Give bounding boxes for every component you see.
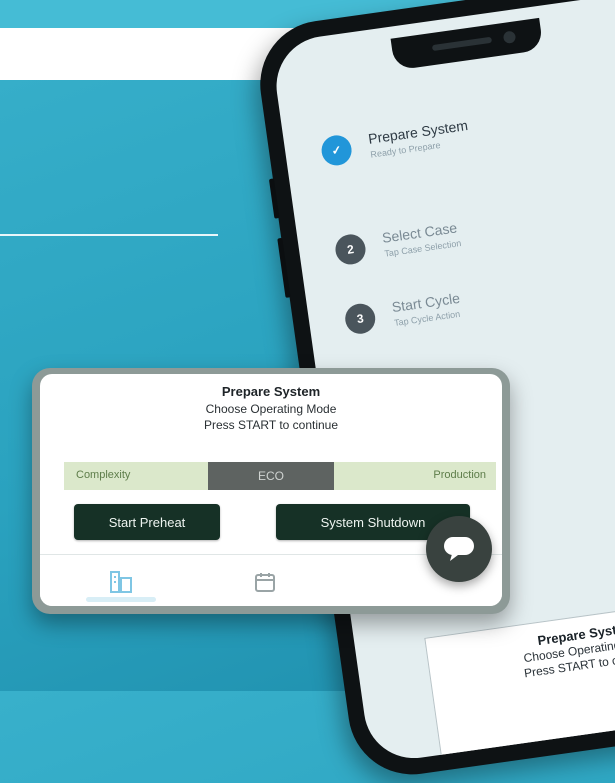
phone-prepare-panel: Prepare System Choose Operating Mode Pre…	[424, 593, 615, 759]
phone-volume-button	[277, 237, 291, 298]
card-title: Prepare System	[221, 384, 321, 399]
step-number: 2	[333, 232, 368, 267]
speaker-icon	[431, 36, 493, 52]
step-number: 3	[343, 301, 378, 336]
check-icon: ✓	[319, 133, 354, 168]
step-prepare-system[interactable]: ✓ Prepare System Ready to Prepare	[319, 117, 471, 168]
calendar-icon[interactable]	[254, 571, 276, 593]
step-start-cycle[interactable]: 3 Start Cycle Tap Cycle Action	[343, 290, 463, 336]
card-instruction-1: Choose Operating Mode	[205, 402, 337, 416]
building-icon[interactable]	[108, 569, 134, 595]
mode-option-production[interactable]: Production	[433, 469, 486, 481]
divider-line	[0, 234, 218, 236]
card-content: Prepare System Choose Operating Mode Pre…	[40, 374, 502, 606]
step-select-case[interactable]: 2 Select Case Tap Case Selection	[333, 219, 463, 267]
phone-notch	[390, 17, 544, 71]
operating-mode-selector[interactable]: Complexity ECO Production	[64, 462, 496, 490]
prepare-system-card: Prepare System Choose Operating Mode Pre…	[32, 368, 510, 614]
mode-option-eco[interactable]: ECO	[208, 462, 334, 490]
start-preheat-button[interactable]: Start Preheat	[74, 504, 220, 540]
phone-side-button	[268, 178, 280, 219]
chat-fab-button[interactable]	[426, 516, 492, 582]
mode-option-complexity[interactable]: Complexity	[76, 469, 130, 481]
camera-icon	[502, 30, 517, 45]
nav-label-blur	[86, 597, 156, 602]
card-instruction-2: Press START to continue	[203, 418, 339, 432]
chat-icon	[444, 537, 474, 561]
header-white-bar	[0, 28, 300, 80]
